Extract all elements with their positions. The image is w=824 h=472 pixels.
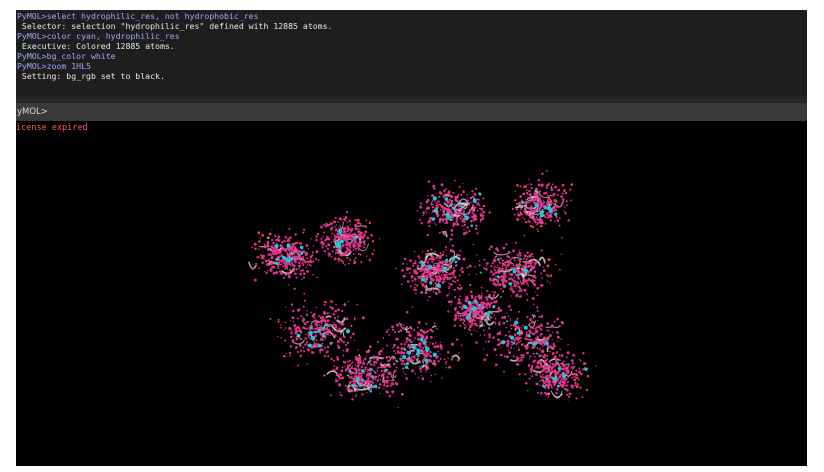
console-output-log: PyMOL>select hydrophilic_res, not hydrop…: [16, 10, 807, 96]
console-line: PyMOL>select hydrophilic_res, not hydrop…: [17, 11, 259, 21]
command-input[interactable]: [47, 105, 771, 119]
console-line: PyMOL>zoom 1HL5: [17, 61, 91, 71]
pymol-window: PyMOL>select hydrophilic_res, not hydrop…: [16, 10, 807, 466]
console-line: PyMOL>bg_color white: [17, 51, 116, 61]
console-line: Setting: bg_rgb set to black.: [17, 71, 165, 81]
atom-cloud: [248, 169, 597, 409]
protein-structure-render: [248, 169, 597, 409]
molecule-viewport[interactable]: icense expired: [16, 121, 807, 466]
console-line: Executive: Colored 12885 atoms.: [17, 41, 175, 51]
console-divider: [16, 96, 807, 103]
license-warning: icense expired: [16, 123, 88, 133]
command-bar: yMOL>: [16, 103, 807, 121]
console-line: PyMOL>color cyan, hydrophilic_res: [17, 31, 180, 41]
command-prompt: yMOL>: [17, 107, 48, 117]
console-line: Selector: selection "hydrophilic_res" de…: [17, 21, 333, 31]
